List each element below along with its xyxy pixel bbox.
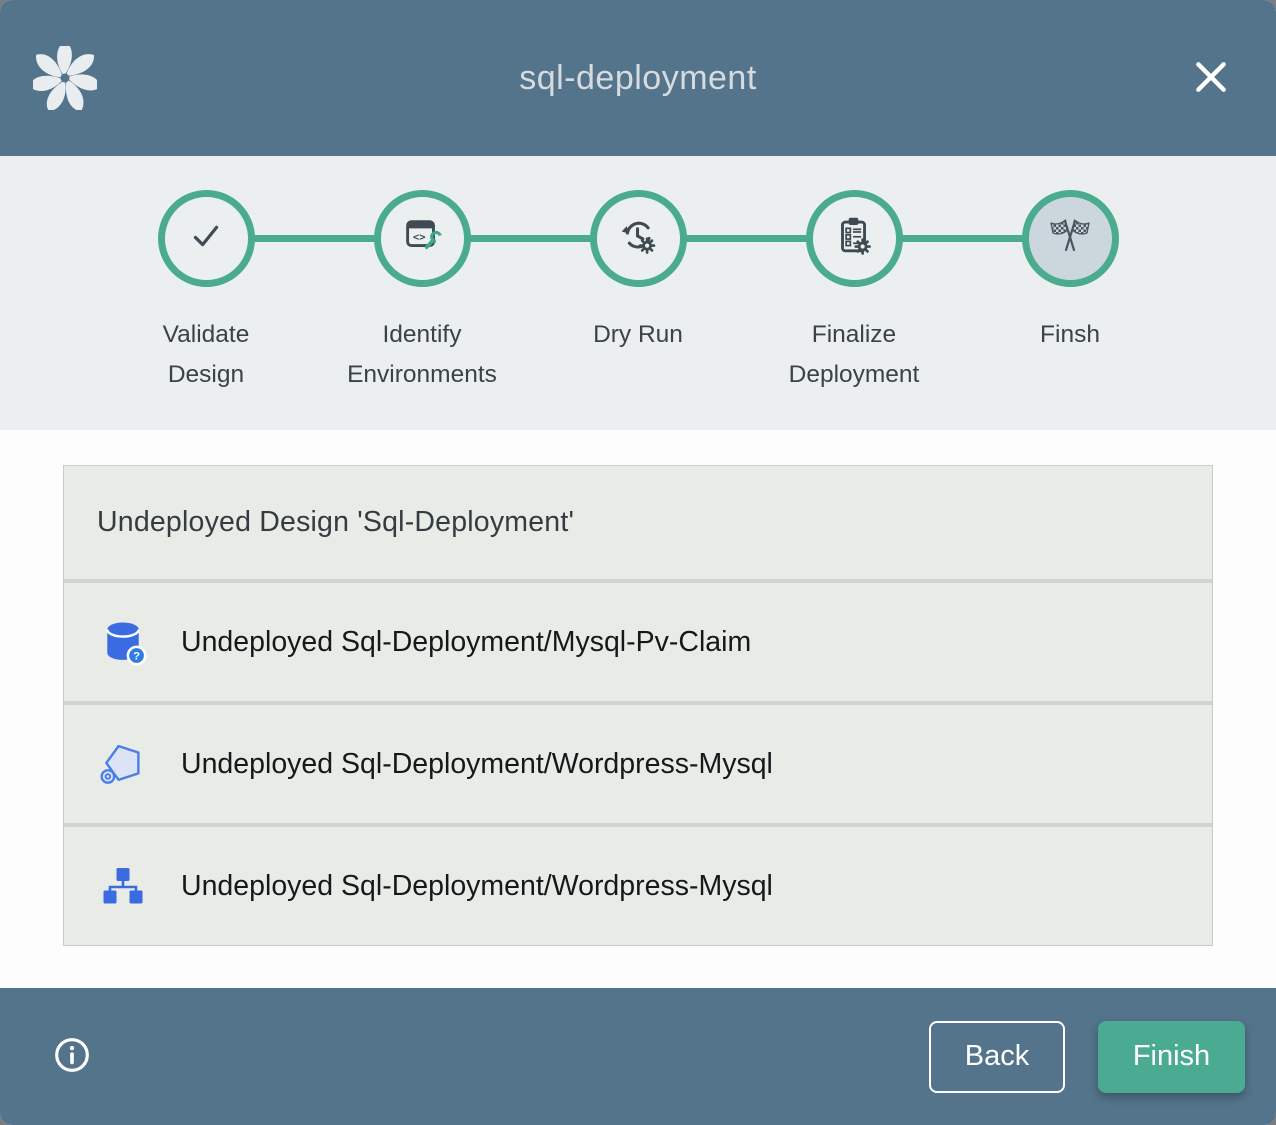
svg-text:<>: <> (413, 231, 426, 243)
step-dry-run: Dry Run (530, 190, 746, 394)
results-header-text: Undeployed Design 'Sql-Deployment' (97, 506, 574, 539)
results-header-row: Undeployed Design 'Sql-Deployment' (64, 466, 1212, 579)
modal-title: sql-deployment (98, 59, 1178, 98)
step-label: Identify Environments (347, 315, 497, 394)
result-row-text: Undeployed Sql-Deployment/Mysql-Pv-Claim (181, 626, 751, 659)
check-icon (183, 213, 229, 264)
step-circle-finish[interactable] (1022, 190, 1119, 287)
back-button[interactable]: Back (929, 1021, 1065, 1093)
step-finish: Finsh (962, 190, 1178, 394)
database-icon: ? (97, 616, 149, 668)
result-row-text: Undeployed Sql-Deployment/Wordpress-Mysq… (181, 870, 773, 903)
step-circle-finalize-deployment[interactable] (806, 190, 903, 287)
step-label: Finalize Deployment (789, 315, 920, 394)
step-label: Dry Run (593, 315, 683, 355)
step-identify-environments: <> Identify Environments (314, 190, 530, 394)
clipboard-gear-icon (831, 213, 877, 264)
modal-footer: Back Finish (0, 988, 1276, 1125)
step-finalize-deployment: Finalize Deployment (746, 190, 962, 394)
finish-button[interactable]: Finish (1098, 1021, 1245, 1093)
result-row-wordpress-mysql-pod: Undeployed Sql-Deployment/Wordpress-Mysq… (64, 701, 1212, 823)
modal-header: sql-deployment (0, 0, 1276, 156)
deployment-results-panel: Undeployed Design 'Sql-Deployment' ? Und… (63, 465, 1213, 946)
hierarchy-tree-icon (97, 860, 149, 912)
deployment-wizard-modal: sql-deployment Validate Design (0, 0, 1276, 1125)
wizard-stepper: Validate Design <> (0, 156, 1276, 430)
pentagon-pod-icon (97, 738, 149, 790)
step-label: Finsh (1040, 315, 1100, 355)
step-circle-dry-run[interactable] (590, 190, 687, 287)
info-button[interactable] (50, 1035, 94, 1079)
close-button[interactable] (1178, 45, 1244, 111)
close-icon (1188, 54, 1234, 103)
checkered-flags-icon (1046, 212, 1094, 265)
result-row-wordpress-mysql-tree: Undeployed Sql-Deployment/Wordpress-Mysq… (64, 823, 1212, 945)
step-validate-design: Validate Design (98, 190, 314, 394)
step-label: Validate Design (163, 315, 250, 394)
code-window-wrench-icon: <> (399, 213, 445, 264)
info-icon (51, 1034, 93, 1079)
result-row-mysql-pv-claim: ? Undeployed Sql-Deployment/Mysql-Pv-Cla… (64, 579, 1212, 701)
step-circle-validate-design[interactable] (158, 190, 255, 287)
step-circle-identify-environments[interactable]: <> (374, 190, 471, 287)
dry-run-sync-gear-icon (615, 213, 661, 264)
wizard-content: Undeployed Design 'Sql-Deployment' ? Und… (0, 430, 1276, 988)
svg-text:?: ? (133, 651, 140, 663)
nirmata-pinwheel-logo-icon (32, 45, 98, 111)
result-row-text: Undeployed Sql-Deployment/Wordpress-Mysq… (181, 748, 773, 781)
